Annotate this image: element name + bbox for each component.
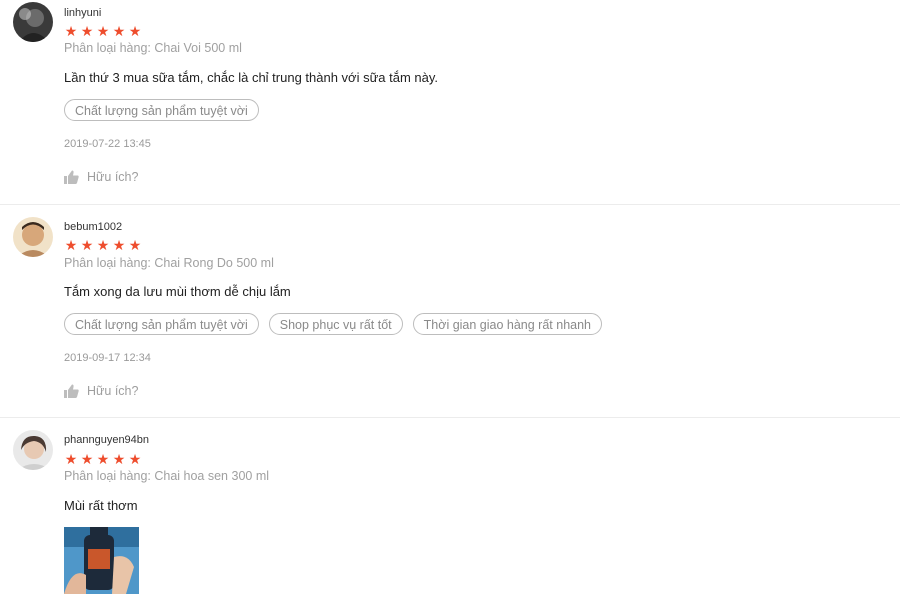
review-item: linhyuni ★ ★ ★ ★ ★ Phân loại hàng: Chai …: [0, 0, 900, 204]
avatar[interactable]: [13, 2, 53, 42]
rating-stars: ★ ★ ★ ★ ★: [64, 238, 142, 252]
username[interactable]: bebum1002: [64, 221, 122, 233]
star-icon: ★: [96, 23, 110, 39]
helpful-label: Hữu ích?: [87, 170, 139, 184]
helpful-button[interactable]: Hữu ích?: [64, 170, 138, 184]
helpful-label: Hữu ích?: [87, 384, 139, 398]
star-icon: ★: [96, 237, 110, 253]
review-tag: Chất lượng sản phẩm tuyệt vời: [64, 99, 259, 121]
thumbs-up-icon: [64, 384, 79, 398]
username[interactable]: linhyuni: [64, 7, 101, 19]
star-icon: ★: [80, 237, 94, 253]
star-icon: ★: [128, 451, 142, 467]
review-tags: Chất lượng sản phẩm tuyệt vời Shop phục …: [64, 313, 603, 335]
review-comment: Mùi rất thơm: [64, 498, 138, 513]
star-icon: ★: [64, 237, 78, 253]
star-icon: ★: [64, 451, 78, 467]
review-comment: Tắm xong da lưu mùi thơm dễ chịu lắm: [64, 284, 291, 299]
star-icon: ★: [128, 23, 142, 39]
rating-stars: ★ ★ ★ ★ ★: [64, 24, 142, 38]
review-tag: Shop phục vụ rất tốt: [268, 313, 403, 335]
review-comment: Lần thứ 3 mua sữa tắm, chắc là chỉ trung…: [64, 70, 439, 85]
review-tag: Chất lượng sản phẩm tuyệt vời: [64, 313, 259, 335]
variant-label: Phân loại hàng: Chai hoa sen 300 ml: [64, 469, 270, 483]
review-tag: Thời gian giao hàng rất nhanh: [412, 313, 603, 335]
star-icon: ★: [64, 23, 78, 39]
thumbs-up-icon: [64, 170, 79, 184]
variant-label: Phân loại hàng: Chai Rong Do 500 ml: [64, 256, 274, 270]
star-icon: ★: [112, 237, 126, 253]
review-timestamp: 2019-07-22 13:45: [64, 138, 151, 150]
avatar[interactable]: [13, 430, 53, 470]
username[interactable]: phannguyen94bn: [64, 434, 149, 446]
variant-label: Phân loại hàng: Chai Voi 500 ml: [64, 41, 242, 55]
star-icon: ★: [80, 23, 94, 39]
star-icon: ★: [96, 451, 110, 467]
avatar[interactable]: [13, 217, 53, 257]
review-timestamp: 2019-09-17 12:34: [64, 352, 151, 364]
helpful-button[interactable]: Hữu ích?: [64, 384, 138, 398]
review-item: bebum1002 ★ ★ ★ ★ ★ Phân loại hàng: Chai…: [0, 205, 900, 417]
star-icon: ★: [112, 451, 126, 467]
star-icon: ★: [112, 23, 126, 39]
review-item: phannguyen94bn ★ ★ ★ ★ ★ Phân loại hàng:…: [0, 418, 900, 603]
rating-stars: ★ ★ ★ ★ ★: [64, 452, 142, 466]
review-tags: Chất lượng sản phẩm tuyệt vời: [64, 99, 259, 121]
review-photo[interactable]: [64, 527, 139, 594]
star-icon: ★: [80, 451, 94, 467]
star-icon: ★: [128, 237, 142, 253]
